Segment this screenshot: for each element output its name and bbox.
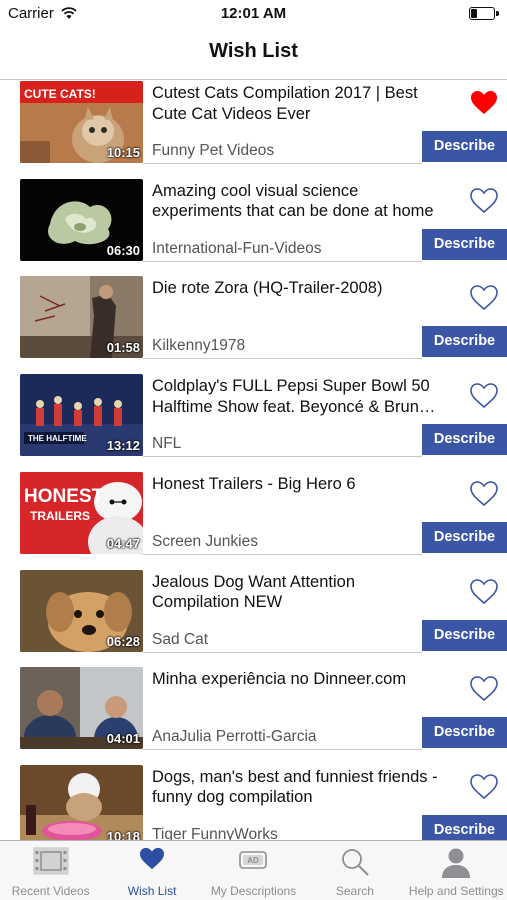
tab-label: Search — [335, 884, 374, 898]
video-channel: Sad Cat — [152, 630, 209, 648]
video-title[interactable]: Honest Trailers - Big Hero 6 — [152, 474, 442, 495]
video-thumbnail[interactable]: 10:18 — [20, 764, 143, 840]
video-thumbnail[interactable]: 01:58 — [20, 276, 143, 359]
video-title[interactable]: Die rote Zora (HQ-Trailer-2008) — [152, 278, 442, 299]
row-divider — [143, 749, 422, 751]
video-row[interactable]: THE HALFTIME 13:12 Coldplay's FULL Pepsi S… — [0, 373, 507, 471]
video-title[interactable]: Minha experiência no Dinneer.com — [152, 669, 442, 690]
describe-button[interactable]: Describe — [422, 814, 507, 840]
person-icon — [441, 847, 471, 884]
tab-bar: Recent Videos Wish List AD My Descriptions S… — [0, 840, 507, 900]
video-duration: 10:18 — [106, 828, 140, 840]
video-title[interactable]: Coldplay's FULL Pepsi Super Bowl 50 Half… — [152, 376, 442, 417]
describe-button[interactable]: Describe — [422, 131, 507, 162]
describe-button[interactable]: Describe — [422, 717, 507, 749]
page-title: Wish List — [209, 40, 298, 62]
describe-button[interactable]: Describe — [422, 424, 507, 456]
tab-label: Wish List — [127, 884, 177, 898]
heart-outline-icon[interactable] — [470, 187, 498, 214]
tab-help-and-settings[interactable]: Help and Settings — [406, 841, 507, 900]
video-duration: 01:58 — [106, 340, 140, 356]
svg-text:CUTE CATS!: CUTE CATS! — [24, 87, 96, 101]
heart-outline-icon[interactable] — [470, 383, 498, 409]
tab-label: Help and Settings — [408, 884, 504, 898]
row-divider — [143, 163, 422, 164]
video-duration: 13:12 — [106, 438, 140, 454]
svg-text:HONEST: HONEST — [24, 486, 104, 507]
svg-text:THE HALFTIME: THE HALFTIME — [28, 434, 87, 443]
video-row[interactable]: 04:01 Minha experiência no Dinneer.com Ana… — [0, 666, 507, 764]
heart-outline-icon[interactable] — [470, 480, 498, 507]
tab-wish-list[interactable]: Wish List — [101, 841, 202, 900]
video-channel: Kilkenny1978 — [152, 337, 246, 355]
video-row[interactable]: 01:58 Die rote Zora (HQ-Trailer-2008) Kilk… — [0, 275, 507, 373]
describe-button[interactable]: Describe — [422, 619, 507, 651]
video-thumbnail[interactable]: 06:30 — [20, 178, 143, 261]
svg-text:TRAILERS: TRAILERS — [30, 509, 90, 523]
video-duration: 06:28 — [106, 633, 140, 649]
video-channel: Tiger FunnyWorks — [152, 825, 278, 840]
tab-label: Recent Videos — [11, 884, 90, 898]
film-icon — [32, 847, 69, 880]
ad-icon: AD — [238, 847, 268, 878]
video-duration: 06:30 — [106, 242, 140, 258]
battery-icon — [469, 7, 499, 21]
svg-text:AD: AD — [248, 856, 260, 865]
video-duration: 04:47 — [106, 535, 140, 551]
row-divider — [143, 651, 422, 653]
video-row[interactable]: HONEST TRAILERS 04:47 Honest Trailers - Big… — [0, 471, 507, 569]
video-row[interactable]: 10:18 Dogs, man's best and funniest frien… — [0, 764, 507, 840]
describe-button[interactable]: Describe — [422, 521, 507, 553]
video-channel: Screen Junkies — [152, 532, 258, 550]
video-row[interactable]: 06:28 Jealous Dog Want Attention Compilat… — [0, 569, 507, 667]
tab-my-descriptions[interactable]: AD My Descriptions — [203, 841, 304, 900]
video-channel: AnaJulia Perrotti-Garcia — [152, 728, 317, 746]
video-title[interactable]: Jealous Dog Want Attention Compilation N… — [152, 572, 442, 613]
video-thumbnail[interactable]: THE HALFTIME 13:12 — [20, 374, 143, 457]
video-thumbnail[interactable]: HONEST TRAILERS 04:47 — [20, 471, 143, 554]
heart-outline-icon[interactable] — [470, 774, 498, 800]
video-channel: NFL — [152, 435, 182, 453]
heart-outline-icon[interactable] — [470, 578, 498, 605]
heart-filled-icon[interactable] — [470, 90, 498, 116]
row-divider — [143, 358, 422, 360]
video-list[interactable]: CUTE CATS! 10:15 Cutest Cats Compilation 2… — [0, 80, 507, 840]
heart-outline-icon[interactable] — [470, 285, 498, 311]
video-duration: 10:15 — [106, 145, 140, 160]
tab-label: My Descriptions — [210, 884, 297, 898]
search-icon — [340, 847, 370, 882]
video-row[interactable]: CUTE CATS! 10:15 Cutest Cats Compilation 2… — [0, 80, 507, 178]
navigation-bar: Wish List — [0, 28, 507, 80]
describe-button[interactable]: Describe — [422, 326, 507, 358]
video-title[interactable]: Cutest Cats Compilation 2017 | Best Cute… — [152, 83, 442, 124]
video-thumbnail[interactable]: CUTE CATS! 10:15 — [20, 81, 143, 163]
video-title[interactable]: Amazing cool visual science experiments … — [152, 181, 442, 222]
video-channel: Funny Pet Videos — [152, 142, 275, 159]
video-duration: 04:01 — [106, 731, 140, 747]
row-divider — [143, 456, 422, 458]
video-thumbnail[interactable]: 06:28 — [20, 569, 143, 652]
describe-button[interactable]: Describe — [422, 228, 507, 260]
status-time: 12:01 AM — [220, 5, 287, 22]
row-divider — [143, 260, 422, 262]
heart-icon — [139, 847, 165, 876]
video-thumbnail[interactable]: 04:01 — [20, 667, 143, 750]
video-row[interactable]: 06:30 Amazing cool visual science experim… — [0, 178, 507, 276]
status-bar: Carrier 12:01 AM — [0, 0, 507, 28]
tab-search[interactable]: Search — [304, 841, 405, 900]
heart-outline-icon[interactable] — [470, 676, 498, 702]
video-channel: International-Fun-Videos — [152, 239, 322, 257]
video-title[interactable]: Dogs, man's best and funniest friends - … — [152, 767, 442, 808]
tab-recent-videos[interactable]: Recent Videos — [0, 841, 101, 900]
row-divider — [143, 553, 422, 555]
